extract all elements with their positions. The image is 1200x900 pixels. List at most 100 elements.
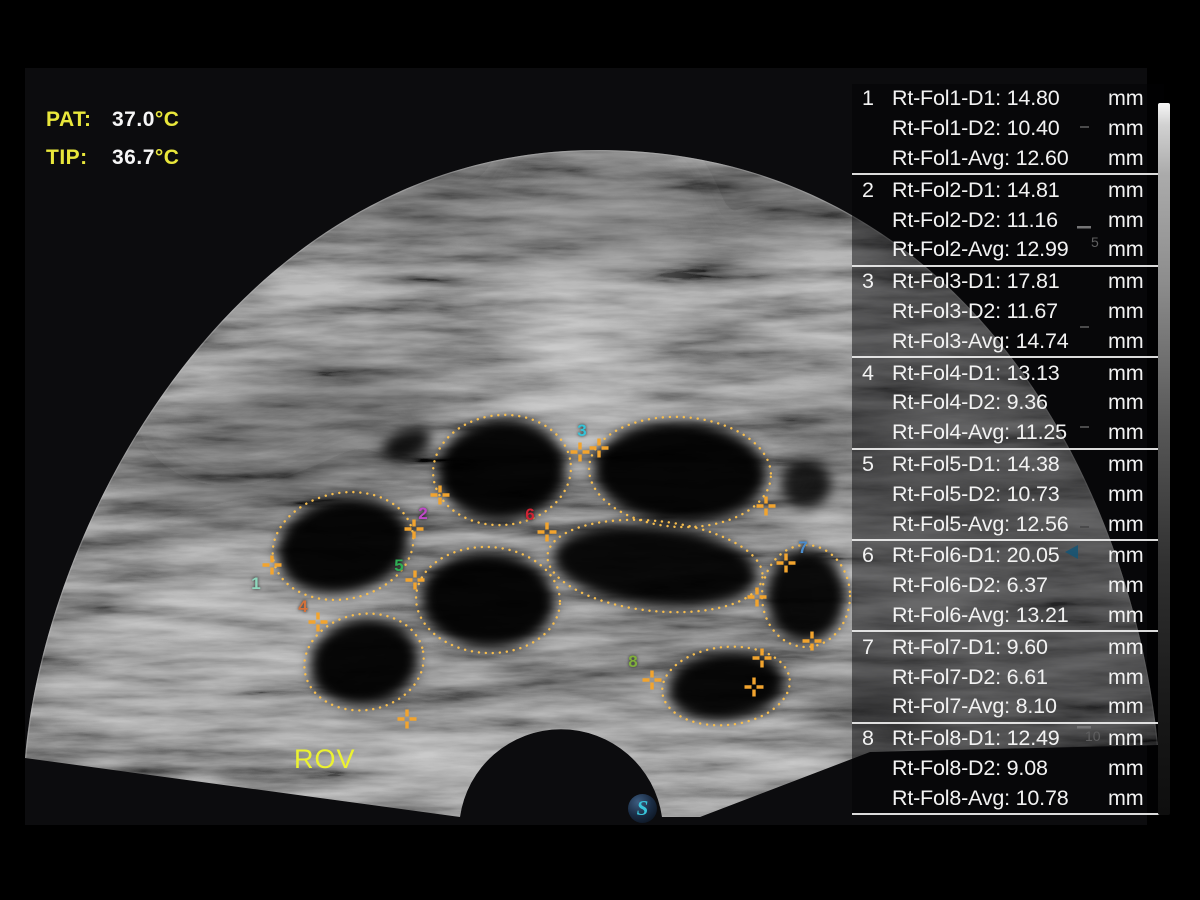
group-index: 5 bbox=[852, 452, 892, 477]
group-index: 4 bbox=[852, 361, 892, 386]
unit-label: mm bbox=[1108, 361, 1164, 386]
measurement-line: Rt-Fol3-D2: 11.67mm bbox=[852, 297, 1164, 327]
unit-label: mm bbox=[1108, 573, 1164, 598]
follicle-marker-label: 3 bbox=[577, 421, 586, 441]
unit-label: mm bbox=[1108, 390, 1164, 415]
measurement-text: Rt-Fol8-D2: 9.08 bbox=[892, 756, 1108, 781]
brand-letter: S bbox=[637, 796, 649, 820]
measurement-text: Rt-Fol4-Avg: 11.25 bbox=[892, 420, 1108, 445]
pat-value: 37.0 bbox=[112, 101, 155, 139]
measurement-line: Rt-Fol1-Avg: 12.60mm bbox=[852, 144, 1164, 174]
measurement-text: Rt-Fol8-D1: 12.49 bbox=[892, 726, 1108, 751]
group-index: 3 bbox=[852, 269, 892, 294]
measurement-text: Rt-Fol1-D2: 10.40 bbox=[892, 116, 1108, 141]
measurement-line: Rt-Fol2-D2: 11.16mm bbox=[852, 205, 1164, 235]
panel-scrollbar[interactable] bbox=[1158, 103, 1170, 815]
measurement-text: Rt-Fol8-Avg: 10.78 bbox=[892, 786, 1108, 811]
measurement-text: Rt-Fol6-D1: 20.05 bbox=[892, 543, 1108, 568]
group-index: 8 bbox=[852, 726, 892, 751]
unit-label: mm bbox=[1108, 665, 1164, 690]
measurement-text: Rt-Fol3-Avg: 14.74 bbox=[892, 329, 1108, 354]
follicle-marker-label: 5 bbox=[394, 556, 403, 576]
follicle-marker-label: 1 bbox=[251, 574, 260, 594]
patient-temp-row: PAT: 37.0 °C bbox=[46, 101, 179, 139]
unit-label: mm bbox=[1108, 329, 1164, 354]
measurement-group: 7Rt-Fol7-D1: 9.60mmRt-Fol7-D2: 6.61mmRt-… bbox=[852, 632, 1164, 723]
measurement-line: 5Rt-Fol5-D1: 14.38mm bbox=[852, 450, 1164, 480]
measurement-text: Rt-Fol4-D2: 9.36 bbox=[892, 390, 1108, 415]
measurement-text: Rt-Fol2-D2: 11.16 bbox=[892, 208, 1108, 233]
measurement-line: Rt-Fol4-D2: 9.36mm bbox=[852, 388, 1164, 418]
measurement-line: 7Rt-Fol7-D1: 9.60mm bbox=[852, 632, 1164, 662]
unit-label: mm bbox=[1108, 208, 1164, 233]
follicle-marker-label: 6 bbox=[525, 505, 534, 525]
measurement-group: 4Rt-Fol4-D1: 13.13mmRt-Fol4-D2: 9.36mmRt… bbox=[852, 358, 1164, 449]
unit-label: mm bbox=[1108, 726, 1164, 751]
measurement-text: Rt-Fol7-D2: 6.61 bbox=[892, 665, 1108, 690]
temperature-readout: PAT: 37.0 °C TIP: 36.7 °C bbox=[46, 101, 179, 177]
measurement-group: 6Rt-Fol6-D1: 20.05mmRt-Fol6-D2: 6.37mmRt… bbox=[852, 541, 1164, 632]
measurement-line: Rt-Fol8-D2: 9.08mm bbox=[852, 754, 1164, 784]
measurement-line: Rt-Fol5-Avg: 12.56mm bbox=[852, 509, 1164, 539]
unit-label: mm bbox=[1108, 756, 1164, 781]
unit-label: mm bbox=[1108, 452, 1164, 477]
measurement-group: 2Rt-Fol2-D1: 14.81mmRt-Fol2-D2: 11.16mmR… bbox=[852, 175, 1164, 266]
measurement-text: Rt-Fol1-Avg: 12.60 bbox=[892, 146, 1108, 171]
tip-temp-row: TIP: 36.7 °C bbox=[46, 139, 179, 177]
measurement-text: Rt-Fol5-D2: 10.73 bbox=[892, 482, 1108, 507]
measurement-line: 2Rt-Fol2-D1: 14.81mm bbox=[852, 175, 1164, 205]
unit-label: mm bbox=[1108, 116, 1164, 141]
unit-label: mm bbox=[1108, 146, 1164, 171]
ultrasound-screen: 5 10 bbox=[0, 0, 1200, 900]
measurement-line: Rt-Fol4-Avg: 11.25mm bbox=[852, 418, 1164, 448]
rov-label: ROV bbox=[294, 744, 356, 775]
measurement-text: Rt-Fol5-Avg: 12.56 bbox=[892, 512, 1108, 537]
unit-label: mm bbox=[1108, 237, 1164, 262]
tip-label: TIP: bbox=[46, 139, 112, 177]
measurement-text: Rt-Fol1-D1: 14.80 bbox=[892, 86, 1108, 111]
measurement-text: Rt-Fol5-D1: 14.38 bbox=[892, 452, 1108, 477]
follicle-marker-label: 7 bbox=[798, 538, 807, 558]
measurement-group: 5Rt-Fol5-D1: 14.38mmRt-Fol5-D2: 10.73mmR… bbox=[852, 450, 1164, 541]
measurement-group: 1Rt-Fol1-D1: 14.80mmRt-Fol1-D2: 10.40mmR… bbox=[852, 84, 1164, 175]
group-index: 6 bbox=[852, 543, 892, 568]
unit-label: mm bbox=[1108, 635, 1164, 660]
measurement-text: Rt-Fol2-Avg: 12.99 bbox=[892, 237, 1108, 262]
measurement-text: Rt-Fol4-D1: 13.13 bbox=[892, 361, 1108, 386]
measurement-text: Rt-Fol3-D1: 17.81 bbox=[892, 269, 1108, 294]
measurement-line: 6Rt-Fol6-D1: 20.05mm bbox=[852, 541, 1164, 571]
unit-label: mm bbox=[1108, 269, 1164, 294]
measurement-line: Rt-Fol7-Avg: 8.10mm bbox=[852, 692, 1164, 722]
temp-unit: °C bbox=[155, 139, 180, 177]
follicle-marker-label: 8 bbox=[628, 652, 637, 672]
measurement-text: Rt-Fol3-D2: 11.67 bbox=[892, 299, 1108, 324]
group-index: 1 bbox=[852, 86, 892, 111]
measurement-line: Rt-Fol2-Avg: 12.99mm bbox=[852, 235, 1164, 265]
unit-label: mm bbox=[1108, 86, 1164, 111]
measurement-line: 3Rt-Fol3-D1: 17.81mm bbox=[852, 267, 1164, 297]
measurement-line: 8Rt-Fol8-D1: 12.49mm bbox=[852, 724, 1164, 754]
group-index: 7 bbox=[852, 635, 892, 660]
unit-label: mm bbox=[1108, 543, 1164, 568]
unit-label: mm bbox=[1108, 482, 1164, 507]
measurement-text: Rt-Fol6-D2: 6.37 bbox=[892, 573, 1108, 598]
measurement-line: Rt-Fol1-D2: 10.40mm bbox=[852, 114, 1164, 144]
measurement-group: 3Rt-Fol3-D1: 17.81mmRt-Fol3-D2: 11.67mmR… bbox=[852, 267, 1164, 358]
follicle-marker-label: 4 bbox=[298, 597, 307, 617]
measurement-line: Rt-Fol7-D2: 6.61mm bbox=[852, 662, 1164, 692]
unit-label: mm bbox=[1108, 299, 1164, 324]
follicle-marker-label: 2 bbox=[418, 504, 427, 524]
unit-label: mm bbox=[1108, 694, 1164, 719]
measurement-line: Rt-Fol6-D2: 6.37mm bbox=[852, 571, 1164, 601]
measurement-panel: 1Rt-Fol1-D1: 14.80mmRt-Fol1-D2: 10.40mmR… bbox=[852, 84, 1164, 815]
temp-unit: °C bbox=[155, 101, 180, 139]
measurement-line: Rt-Fol3-Avg: 14.74mm bbox=[852, 326, 1164, 356]
measurement-line: Rt-Fol8-Avg: 10.78mm bbox=[852, 783, 1164, 813]
unit-label: mm bbox=[1108, 512, 1164, 537]
brand-logo: S bbox=[628, 794, 657, 823]
unit-label: mm bbox=[1108, 178, 1164, 203]
group-index: 2 bbox=[852, 178, 892, 203]
unit-label: mm bbox=[1108, 420, 1164, 445]
measurement-line: Rt-Fol5-D2: 10.73mm bbox=[852, 479, 1164, 509]
tip-value: 36.7 bbox=[112, 139, 155, 177]
